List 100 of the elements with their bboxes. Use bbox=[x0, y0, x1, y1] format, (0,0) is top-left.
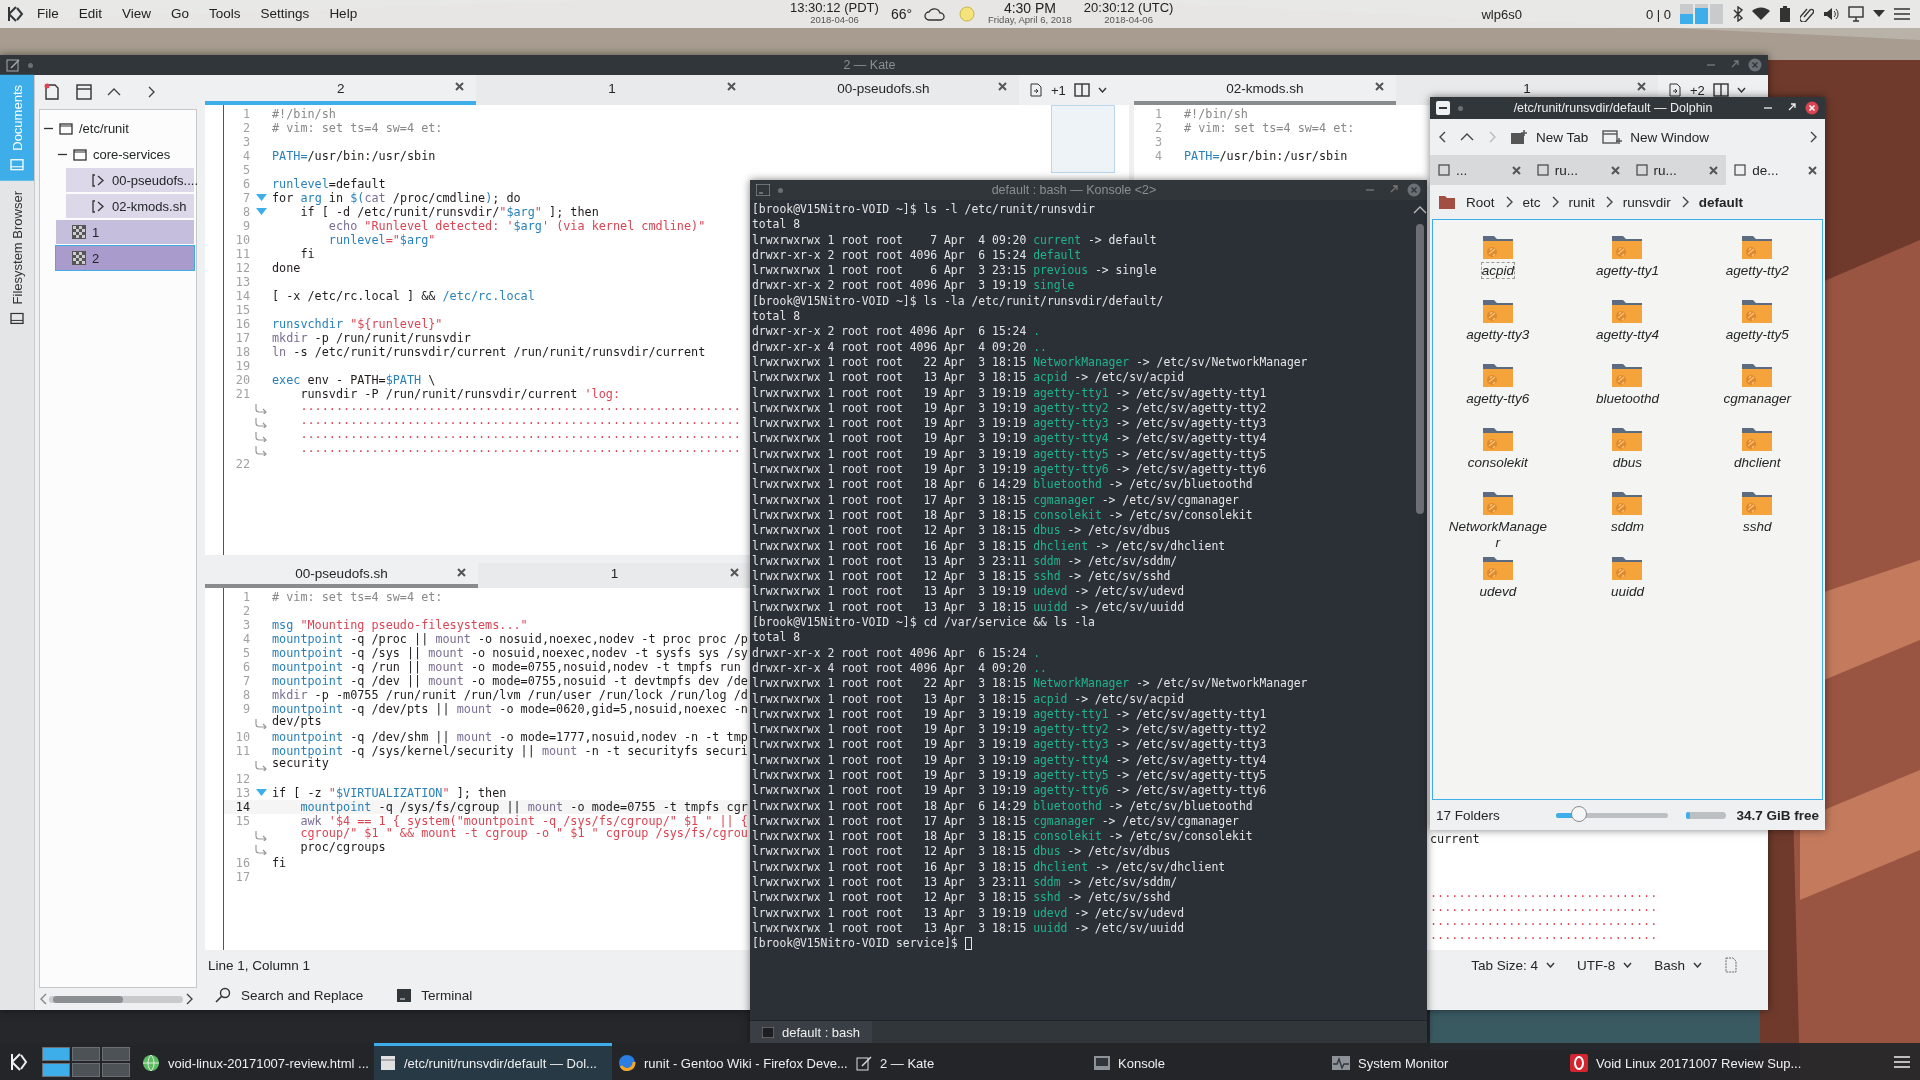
close-icon[interactable] bbox=[457, 567, 466, 577]
menu-item[interactable]: Help bbox=[322, 4, 365, 24]
more-tabs-count[interactable]: +2 bbox=[1690, 82, 1705, 98]
folder-name[interactable]: dbus bbox=[1577, 455, 1678, 471]
toolview-button[interactable]: Terminal bbox=[391, 986, 479, 1004]
side-tab[interactable]: Filesystem Browser bbox=[0, 180, 34, 335]
folder-name[interactable]: agetty-tty3 bbox=[1447, 327, 1548, 343]
status-dropdown[interactable]: Tab Size: 4 bbox=[1471, 957, 1555, 973]
menu-item[interactable]: Tools bbox=[202, 4, 248, 24]
menu-item[interactable]: File bbox=[30, 4, 66, 24]
new-tab-button[interactable]: New Tab bbox=[1510, 129, 1589, 145]
window-icon[interactable] bbox=[75, 83, 93, 101]
folder-name[interactable]: sshd bbox=[1707, 519, 1808, 535]
folder-name[interactable]: udevd bbox=[1447, 584, 1548, 600]
slider-handle[interactable] bbox=[1570, 805, 1587, 822]
chevron-right-icon[interactable] bbox=[1604, 196, 1613, 208]
folder-name[interactable]: bluetoothd bbox=[1577, 391, 1678, 407]
status-dropdown[interactable]: Bash bbox=[1654, 957, 1702, 973]
browser-tab[interactable]: ru... bbox=[1627, 155, 1727, 185]
split-view-icon[interactable] bbox=[1712, 83, 1729, 97]
breadcrumb-item[interactable]: runit bbox=[1568, 194, 1595, 210]
breadcrumb-item[interactable]: Root bbox=[1466, 194, 1495, 210]
close-icon[interactable] bbox=[1511, 165, 1521, 175]
editor-tab[interactable]: 1 bbox=[476, 75, 748, 105]
folder-item[interactable]: /etc/runit bbox=[40, 116, 194, 140]
breadcrumb-item[interactable]: runsvdir bbox=[1622, 194, 1671, 210]
menu-icon[interactable] bbox=[1894, 8, 1910, 20]
close-icon[interactable] bbox=[998, 82, 1007, 91]
status-dropdown[interactable]: UTF-8 bbox=[1576, 957, 1633, 973]
task-button[interactable]: Void Linux 20171007 Review Sup... bbox=[1564, 1043, 1802, 1080]
folder-name[interactable]: agetty-tty6 bbox=[1447, 391, 1548, 407]
new-document-icon[interactable] bbox=[43, 83, 61, 101]
close-icon[interactable] bbox=[1375, 82, 1384, 91]
folder-name[interactable]: consolekit bbox=[1447, 455, 1548, 471]
folder-name[interactable]: dhclient bbox=[1707, 455, 1808, 471]
folder-name[interactable]: agetty-tty2 bbox=[1707, 263, 1808, 279]
chevron-up-icon[interactable] bbox=[1460, 133, 1474, 141]
new-window-button[interactable]: New Window bbox=[1602, 129, 1710, 145]
quick-open-icon[interactable] bbox=[1668, 83, 1682, 97]
task-button[interactable]: runit - Gentoo Wiki - Firefox Deve... bbox=[612, 1043, 850, 1080]
task-button[interactable]: 2 — Kate bbox=[850, 1043, 1088, 1080]
folder-name[interactable]: agetty-tty5 bbox=[1707, 327, 1808, 343]
scrollbar-thumb[interactable] bbox=[53, 995, 123, 1003]
folder-name[interactable]: NetworkManager bbox=[1447, 519, 1548, 551]
task-button[interactable]: System Monitor bbox=[1326, 1043, 1564, 1080]
maximize-icon[interactable] bbox=[1787, 103, 1797, 113]
editor-tab[interactable]: 00-pseudofs.sh bbox=[747, 75, 1019, 105]
chevron-right-icon[interactable] bbox=[1550, 196, 1559, 208]
breadcrumb-item[interactable]: etc bbox=[1522, 194, 1541, 210]
menu-item[interactable]: View bbox=[115, 4, 159, 24]
caret-icon[interactable] bbox=[1873, 10, 1885, 18]
close-icon[interactable] bbox=[1805, 101, 1819, 115]
task-button[interactable]: void-linux-20171007-review.html ... bbox=[136, 1043, 374, 1080]
split-view-icon[interactable] bbox=[1073, 83, 1090, 97]
desktop-pager[interactable] bbox=[42, 1046, 130, 1077]
chevron-right-icon[interactable] bbox=[185, 993, 193, 1005]
chevron-right-icon[interactable] bbox=[147, 86, 155, 98]
kde-logo-icon[interactable] bbox=[6, 5, 24, 23]
menu-item[interactable]: Go bbox=[164, 4, 197, 24]
folder-name[interactable]: agetty-tty4 bbox=[1577, 327, 1678, 343]
chevron-up-icon[interactable] bbox=[1413, 206, 1427, 214]
speaker-icon[interactable] bbox=[1823, 7, 1839, 21]
browser-tab[interactable]: de... bbox=[1726, 155, 1825, 185]
browser-tab[interactable]: ru... bbox=[1528, 155, 1628, 185]
folder-item[interactable]: core-services bbox=[40, 142, 194, 166]
kde-logo-icon[interactable] bbox=[8, 1051, 28, 1072]
document-item[interactable]: 02-kmods.sh bbox=[66, 194, 194, 218]
close-icon[interactable] bbox=[455, 82, 465, 91]
wifi-icon[interactable] bbox=[1752, 7, 1770, 21]
chevron-right-icon[interactable] bbox=[1504, 196, 1513, 208]
folder-name[interactable]: acpid bbox=[1447, 263, 1548, 279]
chevron-left-icon[interactable] bbox=[1438, 131, 1446, 143]
task-button[interactable]: /etc/runit/runsvdir/default — Dol... bbox=[374, 1043, 612, 1080]
browser-tab[interactable]: ... bbox=[1430, 155, 1529, 185]
task-button[interactable]: Konsole bbox=[1088, 1043, 1326, 1080]
network-icon[interactable] bbox=[1848, 6, 1864, 22]
scrollbar-thumb[interactable] bbox=[1416, 224, 1424, 514]
close-icon[interactable] bbox=[726, 82, 736, 91]
window-menu-icon[interactable] bbox=[1436, 101, 1450, 115]
close-icon[interactable] bbox=[1610, 165, 1620, 175]
editor-tab[interactable]: 1 bbox=[478, 563, 751, 588]
chevron-right-icon[interactable] bbox=[1680, 196, 1689, 208]
close-icon[interactable] bbox=[1709, 165, 1719, 175]
close-icon[interactable] bbox=[730, 567, 739, 577]
document-item[interactable]: 2 bbox=[56, 246, 194, 270]
bluetooth-icon[interactable] bbox=[1733, 6, 1743, 22]
folder-name[interactable]: sddm bbox=[1577, 519, 1678, 535]
paperclip-icon[interactable] bbox=[1800, 6, 1814, 22]
chevron-up-icon[interactable] bbox=[107, 88, 121, 96]
menu-item[interactable]: Edit bbox=[71, 4, 110, 24]
close-icon[interactable] bbox=[1637, 82, 1646, 91]
close-icon[interactable] bbox=[1808, 165, 1817, 175]
battery-icon[interactable] bbox=[1779, 6, 1791, 22]
folder-name[interactable]: cgmanager bbox=[1707, 391, 1808, 407]
folder-name[interactable]: uuidd bbox=[1577, 584, 1678, 600]
terminal-tab[interactable]: default : bash bbox=[750, 1021, 873, 1043]
quick-open-icon[interactable] bbox=[1029, 83, 1043, 97]
toolview-button[interactable]: Search and Replace bbox=[209, 986, 370, 1004]
document-item[interactable]: 1 bbox=[56, 220, 194, 244]
chevron-right-icon[interactable] bbox=[1809, 131, 1817, 143]
